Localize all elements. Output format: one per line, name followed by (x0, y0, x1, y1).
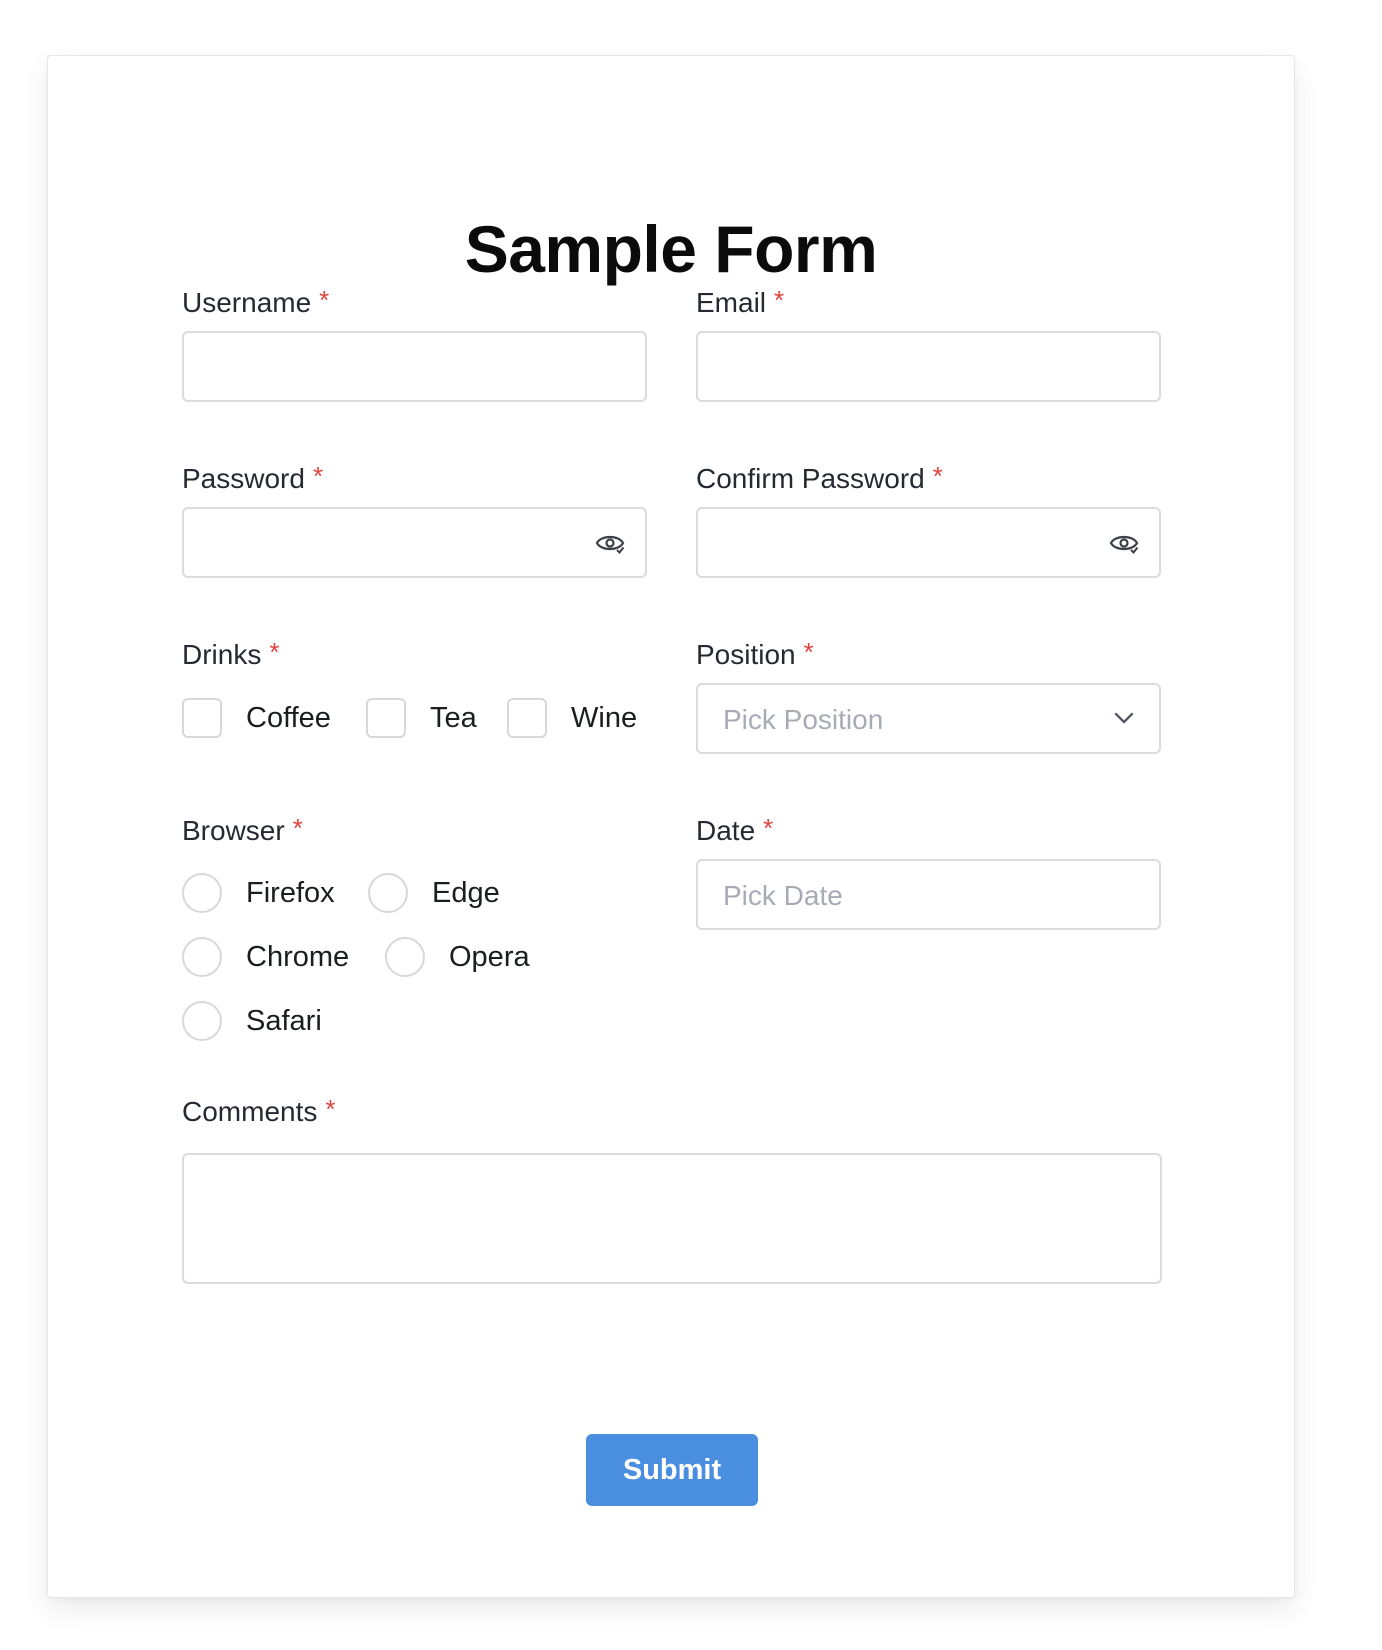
comments-textarea[interactable] (182, 1153, 1162, 1284)
date-placeholder: Pick Date (723, 880, 843, 911)
drink-option-coffee[interactable]: Coffee (182, 698, 331, 738)
required-asterisk: * (763, 813, 774, 843)
radio-label: Firefox (246, 876, 335, 909)
radio-button[interactable] (182, 873, 222, 913)
submit-button[interactable]: Submit (586, 1434, 758, 1506)
radio-label: Safari (246, 1004, 322, 1037)
eye-icon[interactable] (1109, 531, 1139, 555)
password-label-text: Password (182, 463, 305, 494)
position-placeholder: Pick Position (723, 704, 884, 735)
checkbox[interactable] (182, 698, 222, 738)
position-label-text: Position (696, 639, 796, 670)
password-input[interactable] (182, 507, 647, 578)
confirm-password-label-text: Confirm Password (696, 463, 925, 494)
radio-label: Edge (432, 876, 500, 909)
checkbox[interactable] (366, 698, 406, 738)
radio-button[interactable] (182, 937, 222, 977)
date-label: Date * (696, 815, 773, 846)
checkbox-label: Coffee (246, 701, 331, 734)
required-asterisk: * (932, 461, 943, 491)
email-input[interactable] (696, 331, 1161, 402)
browser-option-safari[interactable]: Safari (182, 1001, 322, 1041)
drinks-label: Drinks * (182, 639, 279, 670)
browser-option-edge[interactable]: Edge (368, 873, 500, 913)
drink-option-tea[interactable]: Tea (366, 698, 477, 738)
checkbox[interactable] (507, 698, 547, 738)
required-asterisk: * (319, 285, 330, 315)
date-label-text: Date (696, 815, 756, 846)
comments-label: Comments * (182, 1096, 336, 1127)
browser-label-text: Browser (182, 815, 285, 846)
required-asterisk: * (803, 637, 814, 667)
form-title: Sample Form (464, 212, 878, 286)
username-input[interactable] (182, 331, 647, 402)
position-label: Position * (696, 639, 814, 670)
drink-option-wine[interactable]: Wine (507, 698, 637, 738)
username-label-text: Username (182, 287, 312, 318)
eye-icon[interactable] (595, 531, 625, 555)
password-label: Password * (182, 463, 323, 494)
browser-option-opera[interactable]: Opera (385, 937, 530, 977)
radio-label: Chrome (246, 940, 350, 973)
username-label: Username * (182, 287, 329, 318)
date-picker-input[interactable]: Pick Date (696, 859, 1161, 930)
checkbox-label: Wine (571, 701, 638, 734)
checkbox-label: Tea (430, 701, 477, 734)
required-asterisk: * (312, 461, 324, 491)
radio-button[interactable] (182, 1001, 222, 1041)
drinks-label-text: Drinks (182, 639, 262, 670)
radio-button[interactable] (385, 937, 425, 977)
browser-label: Browser * (182, 815, 303, 846)
required-asterisk: * (325, 1094, 336, 1124)
radio-button[interactable] (368, 873, 408, 913)
form-card: Sample Form Username * Email * Password * C… (47, 55, 1295, 1598)
confirm-password-input[interactable] (696, 507, 1161, 578)
required-asterisk: * (269, 637, 280, 667)
chevron-down-icon (1114, 712, 1134, 724)
radio-label: Opera (449, 940, 530, 973)
position-select[interactable]: Pick Position (696, 683, 1161, 754)
required-asterisk: * (774, 285, 785, 315)
browser-option-firefox[interactable]: Firefox (182, 873, 335, 913)
comments-label-text: Comments (182, 1096, 318, 1127)
browser-option-chrome[interactable]: Chrome (182, 937, 349, 977)
email-label: Email * (696, 287, 784, 318)
confirm-password-label: Confirm Password * (696, 463, 943, 494)
required-asterisk: * (292, 813, 303, 843)
email-label-text: Email (696, 287, 767, 318)
